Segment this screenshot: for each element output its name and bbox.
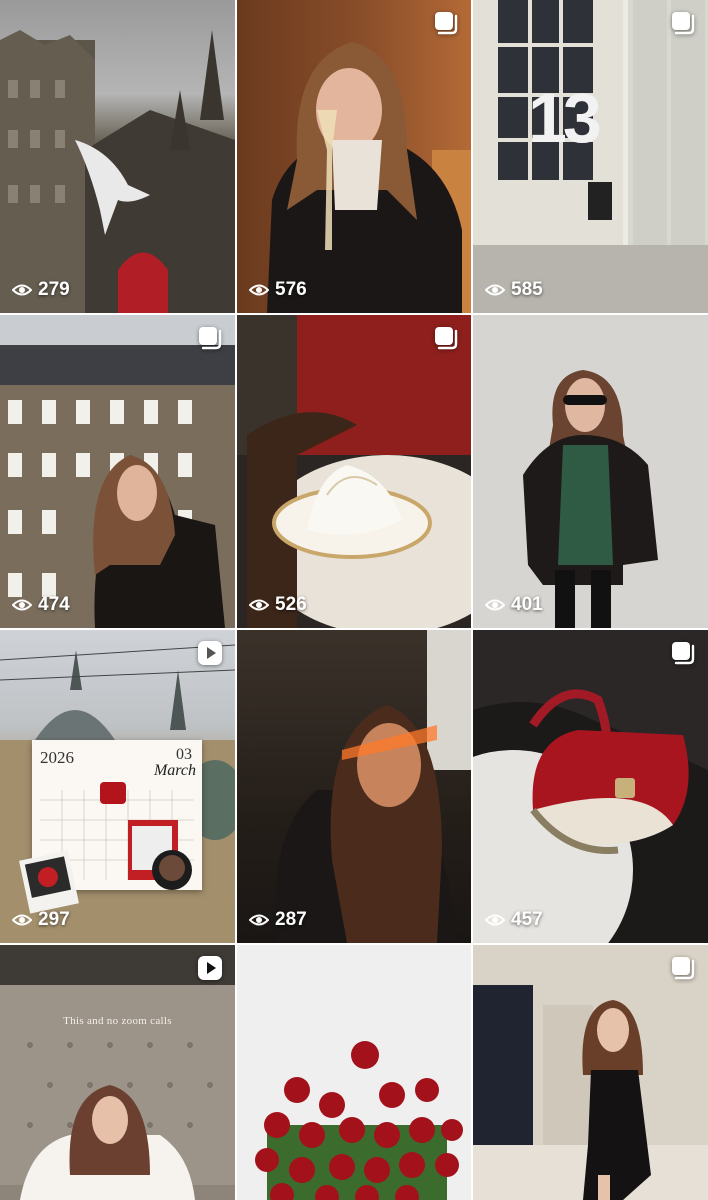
- photo-woman-in-bed: [0, 945, 235, 1200]
- photo-woman-black-dress: [473, 985, 708, 1200]
- grid-post-10[interactable]: This and no zoom calls: [0, 945, 235, 1200]
- grid-post-7[interactable]: 2026 03 March 297: [0, 630, 235, 943]
- view-count: 287: [249, 909, 307, 931]
- view-count: 526: [249, 594, 307, 616]
- eye-icon: [12, 914, 32, 926]
- view-count: 576: [249, 279, 307, 301]
- photo-woman-in-car: [275, 630, 471, 943]
- eye-icon: [485, 284, 505, 296]
- view-count: 279: [12, 279, 70, 301]
- grid-post-9[interactable]: 457: [473, 630, 708, 943]
- photo-gothic-building: [0, 30, 235, 313]
- view-count-value: 474: [38, 594, 70, 615]
- view-count-value: 279: [38, 279, 70, 300]
- view-count: 297: [12, 909, 70, 931]
- video-caption: This and no zoom calls: [63, 1015, 172, 1027]
- view-count-value: 457: [511, 909, 543, 930]
- view-count: 401: [485, 594, 543, 616]
- photo-meringue-pie: [237, 315, 471, 628]
- grid-post-5[interactable]: 526: [237, 315, 471, 628]
- carousel-icon: [433, 10, 459, 36]
- eye-icon: [12, 284, 32, 296]
- eye-icon: [485, 599, 505, 611]
- grid-post-4[interactable]: 474: [0, 315, 235, 628]
- view-count-value: 287: [275, 909, 307, 930]
- grid-post-3[interactable]: 13 585: [473, 0, 708, 313]
- view-count-value: 297: [38, 909, 70, 930]
- photo-woman-champagne: [267, 42, 471, 313]
- view-count: 585: [485, 279, 543, 301]
- grid-post-8[interactable]: 287: [237, 630, 471, 943]
- reel-icon: [197, 640, 223, 666]
- photo-sticker: [18, 850, 80, 914]
- eye-icon: [249, 284, 269, 296]
- eye-icon: [249, 914, 269, 926]
- photo-red-roses: [255, 1041, 463, 1200]
- eye-icon: [12, 599, 32, 611]
- grid-post-12[interactable]: [473, 945, 708, 1200]
- view-count-value: 576: [275, 279, 307, 300]
- grid-post-6[interactable]: 401: [473, 315, 708, 628]
- carousel-icon: [670, 640, 696, 666]
- eye-icon: [485, 914, 505, 926]
- carousel-icon: [433, 325, 459, 351]
- photo-woman-leather-jacket: [523, 370, 658, 628]
- photo-stone-building: [0, 315, 235, 628]
- carousel-icon: [670, 955, 696, 981]
- carousel-icon: [197, 325, 223, 351]
- eye-icon: [249, 599, 269, 611]
- view-count: 474: [12, 594, 70, 616]
- grid-post-2[interactable]: 576: [237, 0, 471, 313]
- view-count-value: 401: [511, 594, 543, 615]
- reel-icon: [197, 955, 223, 981]
- post-grid: 279 576 13 585 474 526 401 2026 03 March…: [0, 0, 708, 1200]
- view-count: 457: [485, 909, 543, 931]
- photo-red-handbag: [473, 630, 708, 943]
- view-count-value: 526: [275, 594, 307, 615]
- grid-post-1[interactable]: 279: [0, 0, 235, 313]
- door-number: 13: [528, 79, 602, 157]
- view-count-value: 585: [511, 279, 543, 300]
- carousel-icon: [670, 10, 696, 36]
- grid-post-11[interactable]: [237, 945, 471, 1200]
